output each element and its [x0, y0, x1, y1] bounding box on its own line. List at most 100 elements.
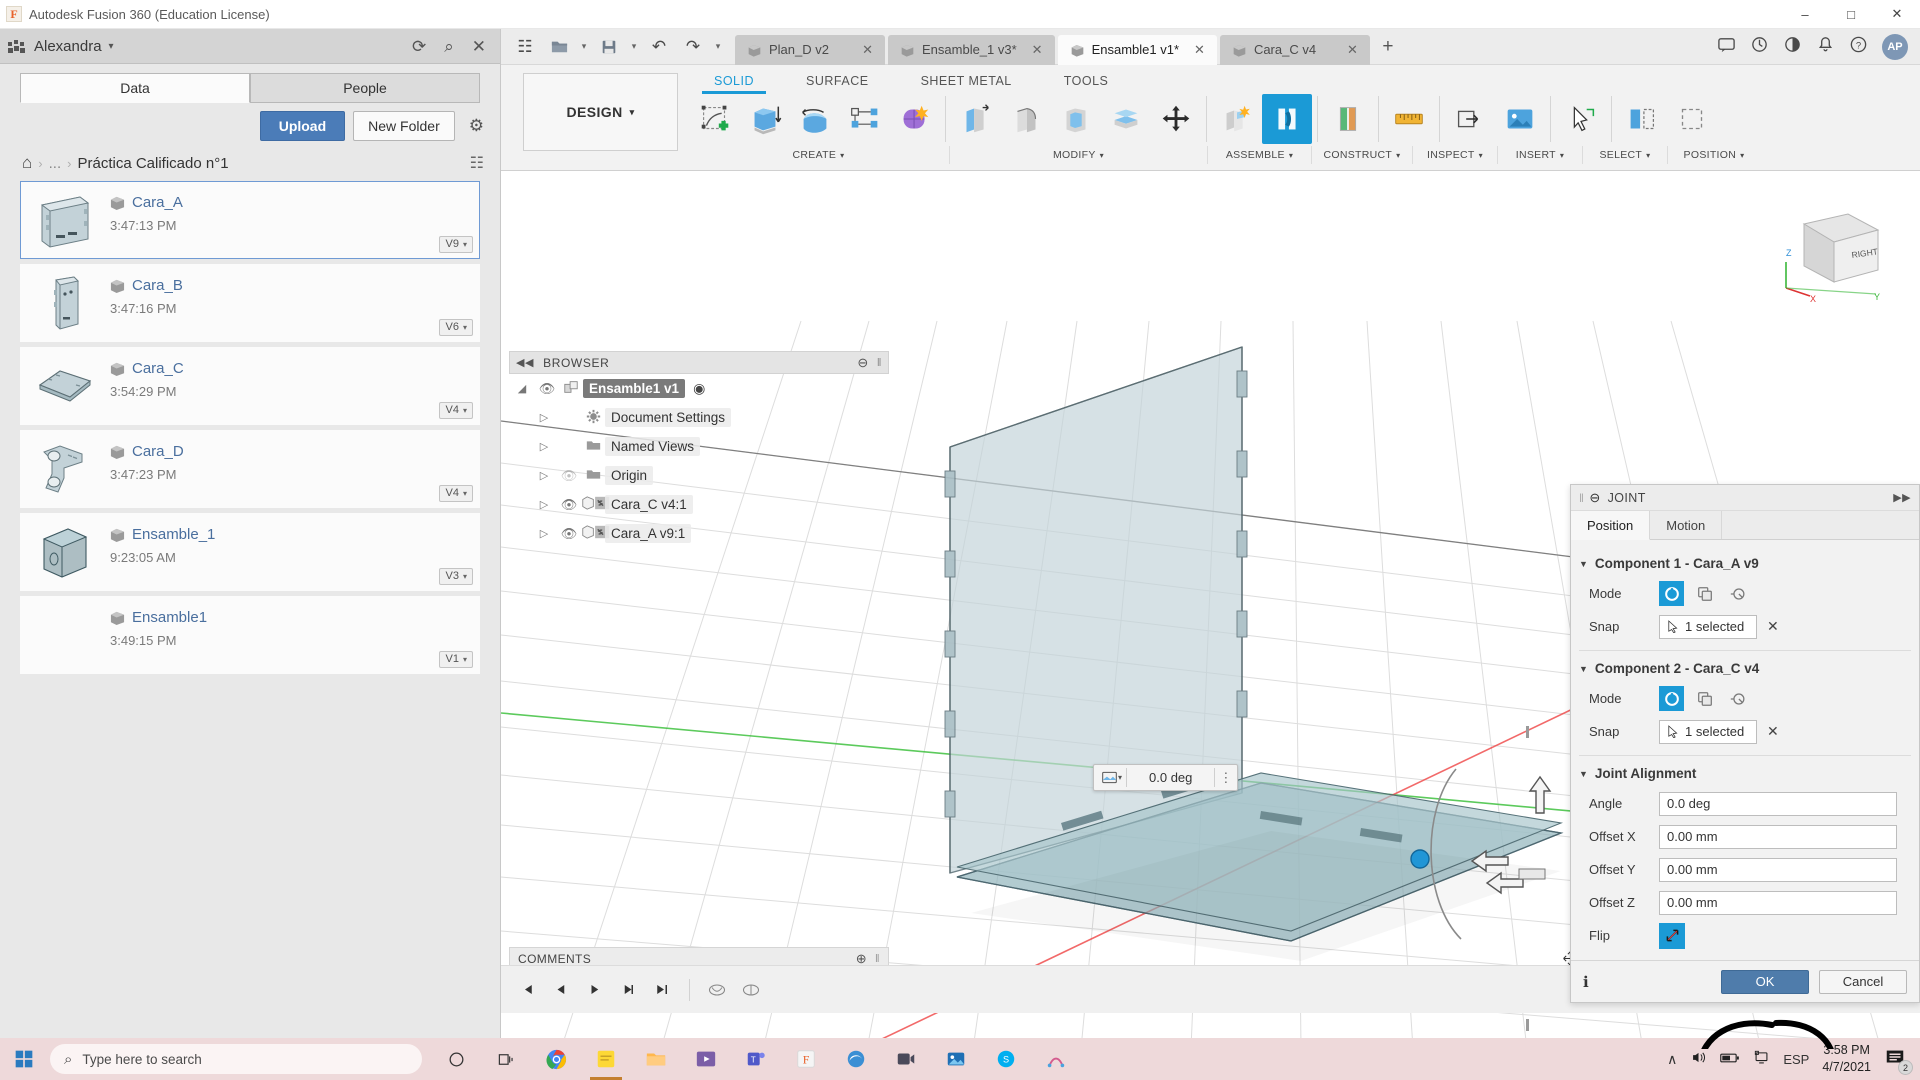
globe-icon[interactable]: ☷ — [470, 153, 484, 173]
file-name[interactable]: Cara_D — [132, 443, 184, 460]
new-folder-button[interactable]: New Folder — [353, 111, 455, 141]
dialog-grip-icon[interactable]: ‖ — [1579, 491, 1584, 505]
shell-icon[interactable] — [1051, 94, 1101, 144]
file-version-badge[interactable]: V9 ▾ — [438, 236, 473, 253]
ribbon-group-label[interactable]: CREATE ▾ — [688, 146, 950, 164]
snap-selection-1[interactable]: 1 selected — [1659, 614, 1757, 639]
angle-value[interactable]: 0.0 deg — [1127, 770, 1214, 785]
media-player-icon[interactable] — [686, 1038, 726, 1080]
user-name-label[interactable]: Alexandra — [34, 38, 102, 55]
home-icon[interactable]: ⌂ — [22, 153, 32, 173]
position-free-icon[interactable] — [1667, 94, 1717, 144]
mode-simple-icon-1[interactable] — [1659, 581, 1684, 606]
component2-heading[interactable]: ▼ Component 2 - Cara_C v4 — [1571, 653, 1919, 682]
visibility-eye-icon[interactable]: 👁 — [557, 526, 581, 542]
file-item[interactable]: Cara_A 3:47:13 PM V9 ▾ — [20, 181, 480, 259]
file-name[interactable]: Ensamble_1 — [132, 526, 215, 543]
timeline-feature-icon-1[interactable] — [702, 975, 732, 1005]
sketch-app-icon[interactable] — [1036, 1038, 1076, 1080]
construct-plane-icon[interactable] — [1323, 94, 1373, 144]
search-input[interactable]: ⌕ Type here to search — [50, 1044, 422, 1074]
file-item[interactable]: Cara_D 3:47:23 PM V4 ▾ — [20, 430, 480, 508]
expand-arrow-icon[interactable]: ▷ — [531, 440, 557, 453]
expand-arrow-icon[interactable]: ▷ — [531, 469, 557, 482]
ribbon-group-label[interactable]: CONSTRUCT ▾ — [1312, 146, 1413, 164]
insert-image-icon[interactable] — [1495, 94, 1545, 144]
expand-arrow-icon[interactable]: ▷ — [531, 411, 557, 424]
file-item[interactable]: Ensamble_1 9:23:05 AM V3 ▾ — [20, 513, 480, 591]
timeline-step-forward-button[interactable] — [613, 975, 643, 1005]
cancel-button[interactable]: Cancel — [1819, 969, 1907, 994]
press-pull-icon[interactable] — [951, 94, 1001, 144]
sticky-notes-icon[interactable] — [586, 1038, 626, 1080]
mode-simple-icon-2[interactable] — [1659, 686, 1684, 711]
more-options-icon[interactable]: ⋮ — [1215, 770, 1237, 786]
timeline-play-button[interactable] — [579, 975, 609, 1005]
tab-people[interactable]: People — [250, 73, 480, 103]
ribbon-group-label[interactable]: INSPECT ▾ — [1413, 146, 1498, 164]
viewcube[interactable]: RIGHT Z X Y — [1770, 196, 1890, 306]
document-tab[interactable]: Cara_C v4 ✕ — [1219, 34, 1370, 65]
close-icon[interactable]: ✕ — [1874, 0, 1920, 29]
clock[interactable]: 3:58 PM 4/7/2021 — [1822, 1042, 1871, 1076]
file-name[interactable]: Cara_C — [132, 360, 184, 377]
expand-arrow-icon[interactable]: ▷ — [531, 527, 557, 540]
team-icon[interactable] — [8, 39, 26, 53]
edge-icon[interactable] — [836, 1038, 876, 1080]
timeline-feature-icon-2[interactable] — [736, 975, 766, 1005]
file-version-badge[interactable]: V6 ▾ — [438, 319, 473, 336]
display-settings-tray-icon[interactable] — [1753, 1049, 1770, 1069]
sweep-pattern-icon[interactable] — [840, 94, 890, 144]
timeline-jump-start-button[interactable] — [511, 975, 541, 1005]
extensions-icon[interactable] — [1783, 35, 1802, 59]
browser-node-label[interactable]: Document Settings — [605, 408, 732, 427]
file-version-badge[interactable]: V3 ▾ — [438, 568, 473, 585]
ok-button[interactable]: OK — [1721, 969, 1809, 994]
timeline-jump-end-button[interactable] — [647, 975, 677, 1005]
chevron-down-icon[interactable]: ▾ — [1118, 773, 1122, 782]
browser-row[interactable]: ◢ 👁 Ensamble1 v1 ◉ — [509, 374, 889, 403]
mode-between-two-faces-icon-1[interactable] — [1692, 581, 1717, 606]
close-panel-icon[interactable]: ✕ — [472, 38, 486, 55]
ribbon-group-label[interactable]: INSERT ▾ — [1498, 146, 1583, 164]
breadcrumb-current-folder[interactable]: Práctica Calificado n°1 — [77, 155, 228, 172]
mode-between-two-faces-icon-2[interactable] — [1692, 686, 1717, 711]
maximize-button[interactable]: □ — [1828, 0, 1874, 29]
file-explorer-icon[interactable] — [636, 1038, 676, 1080]
task-view-icon[interactable] — [486, 1038, 526, 1080]
joint-dialog-titlebar[interactable]: ‖ ⊖ JOINT ▶▶ — [1571, 485, 1919, 511]
select-icon[interactable] — [1556, 94, 1606, 144]
browser-row[interactable]: ▷ 👁 Cara_A v9:1 — [509, 519, 889, 548]
chrome-icon[interactable] — [536, 1038, 576, 1080]
video-call-icon[interactable] — [886, 1038, 926, 1080]
visibility-eye-icon[interactable]: 👁 — [535, 381, 559, 397]
browser-row[interactable]: ▷ Named Views — [509, 432, 889, 461]
insert-derive-icon[interactable] — [1445, 94, 1495, 144]
help-icon[interactable]: ? — [1849, 35, 1868, 59]
file-item[interactable]: Cara_C 3:54:29 PM V4 ▾ — [20, 347, 480, 425]
fillet-icon[interactable] — [1001, 94, 1051, 144]
chevron-down-icon[interactable]: ▾ — [109, 41, 114, 52]
close-tab-icon[interactable]: ✕ — [1339, 42, 1358, 58]
alignment-field-input[interactable]: 0.00 mm — [1659, 824, 1897, 849]
mode-two-edge-intersection-icon-2[interactable] — [1725, 686, 1750, 711]
file-name[interactable]: Ensamble1 — [132, 609, 207, 626]
clear-snap-2-icon[interactable]: ✕ — [1767, 723, 1779, 740]
redo-icon[interactable]: ↷ — [677, 32, 709, 62]
alignment-field-input[interactable]: 0.00 mm — [1659, 857, 1897, 882]
angle-mini-toolbar[interactable]: ▾ 0.0 deg ⋮ — [1093, 764, 1239, 791]
workspace-selector[interactable]: DESIGN ▾ — [523, 73, 678, 151]
activate-component-icon[interactable]: ◉ — [693, 380, 705, 397]
breadcrumb-ellipsis[interactable]: ... — [49, 155, 62, 172]
alignment-field-input[interactable]: 0.00 mm — [1659, 890, 1897, 915]
browser-node-label[interactable]: Named Views — [605, 437, 701, 456]
save-caret-icon[interactable]: ▾ — [627, 32, 641, 62]
joint-icon[interactable] — [1262, 94, 1312, 144]
flip-button[interactable] — [1659, 922, 1685, 949]
visibility-eye-icon[interactable]: 👁 — [557, 497, 581, 513]
upload-button[interactable]: Upload — [259, 111, 346, 141]
action-center-icon[interactable]: 2 — [1884, 1046, 1913, 1075]
comments-icon[interactable] — [1717, 35, 1736, 59]
ribbon-group-label[interactable]: ASSEMBLE ▾ — [1208, 146, 1312, 164]
create-form-icon[interactable] — [890, 94, 940, 144]
